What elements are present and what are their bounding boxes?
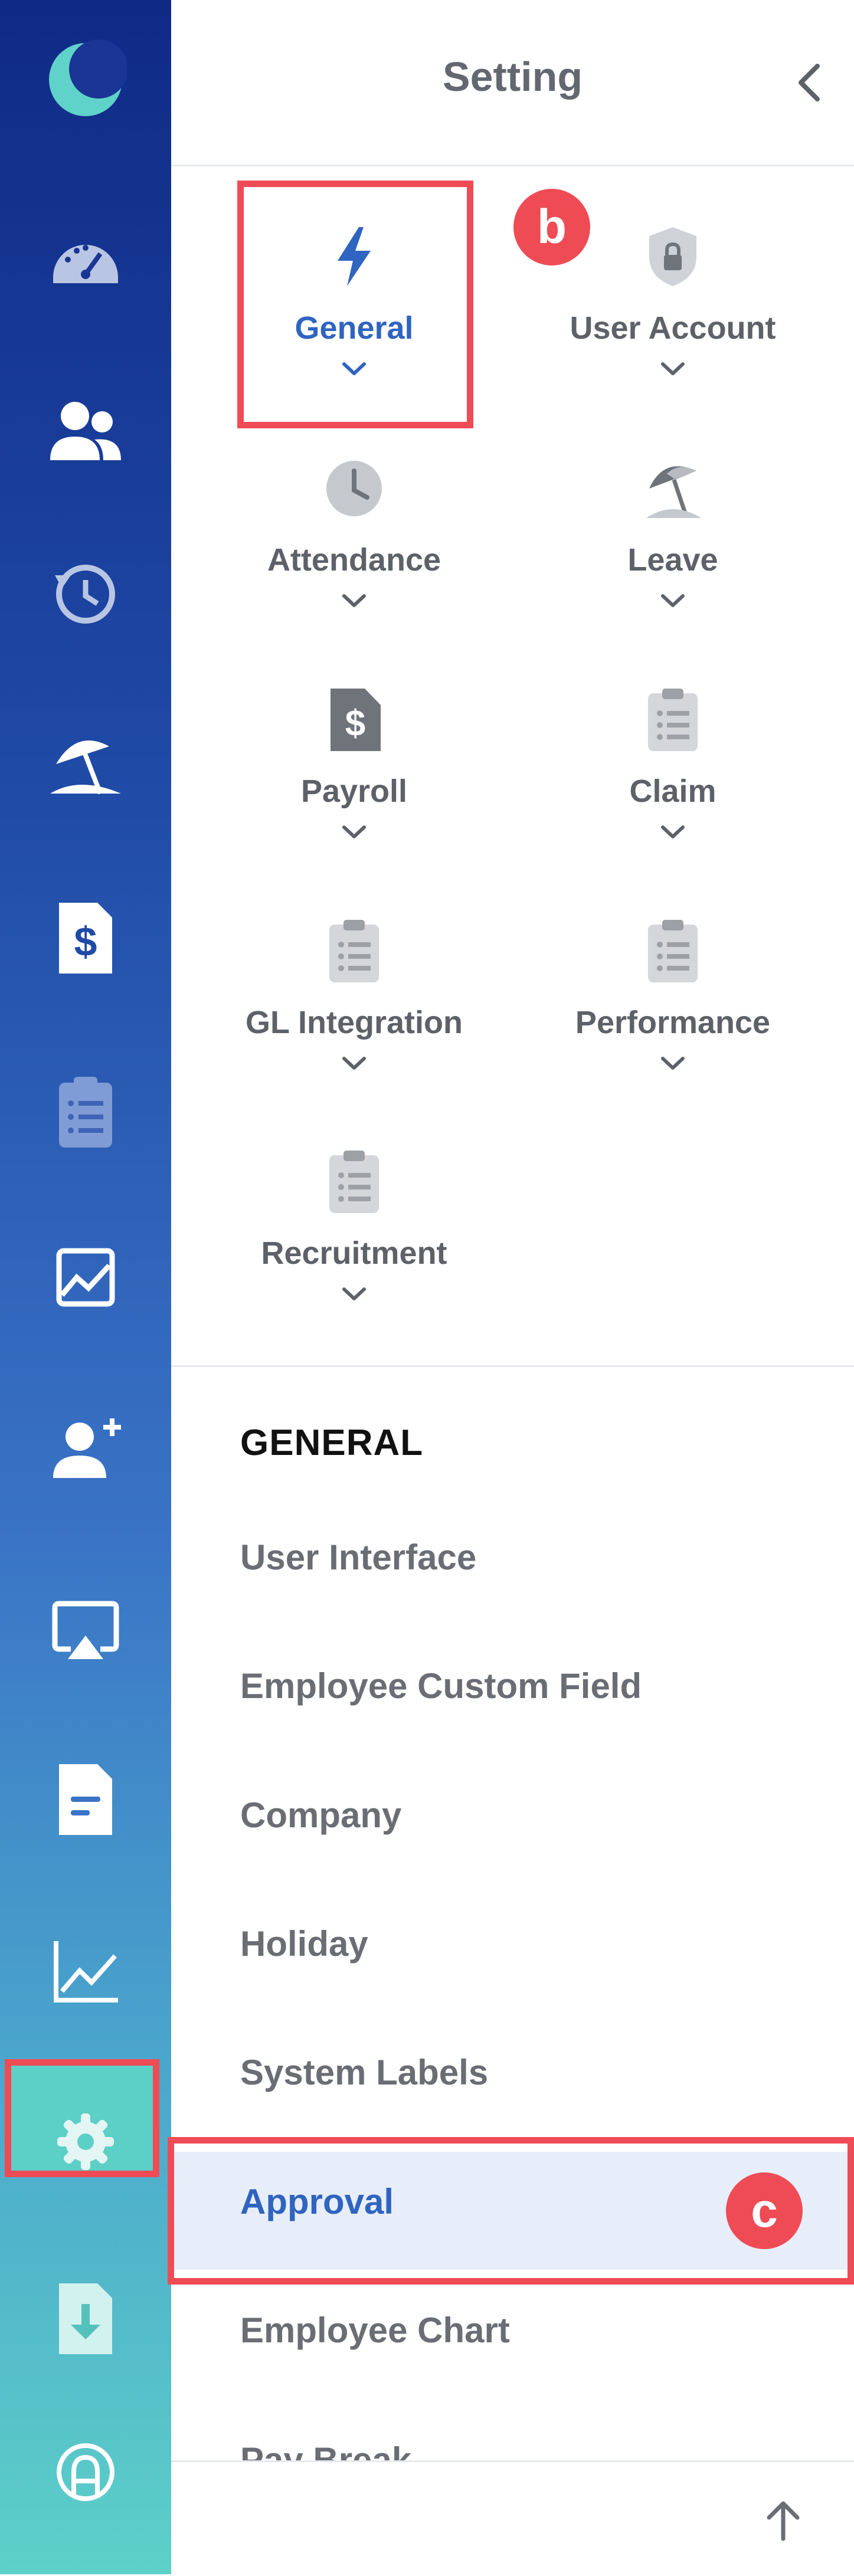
clipboard-icon [325,1149,384,1214]
menu-item-system-labels[interactable]: System Labels [171,2023,854,2141]
beach-umbrella-icon[interactable] [44,723,127,805]
dashboard-gauge-icon[interactable] [44,218,127,301]
tile-attendance[interactable]: Attendance [201,421,508,615]
tile-label: Payroll [300,774,408,809]
tile-label: User Account [570,310,776,346]
settings-panel: Setting General User Account Attendance … [168,0,854,2576]
chevron-down-icon [658,357,688,381]
svg-text:$: $ [74,919,97,965]
menu-item-label: Employee Chart [240,2310,510,2350]
divider [171,1365,854,1367]
menu-item-label: Employee Custom Field [240,1666,642,1706]
tile-label: Recruitment [261,1235,447,1271]
tile-gl-integration[interactable]: GL Integration [201,883,508,1078]
svg-text:$: $ [345,703,365,744]
line-chart-icon[interactable] [44,1929,127,2012]
clock-icon [325,456,384,521]
tile-payroll[interactable]: $ Payroll [201,652,508,847]
arrow-up-icon[interactable] [760,2498,807,2545]
dollar-document-icon[interactable]: $ [44,897,127,979]
panel-header: Setting [171,0,854,166]
tile-claim[interactable]: Claim [519,652,826,847]
menu-item-employee-custom-field[interactable]: Employee Custom Field [171,1636,854,1754]
download-document-icon[interactable] [44,2277,127,2360]
menu-item-employee-chart[interactable]: Employee Chart [171,2280,854,2398]
chevron-down-icon [339,1282,369,1306]
a-logo-icon[interactable] [44,2431,127,2513]
moon-logo-icon[interactable] [44,38,127,121]
icon-sidebar: $ [0,0,171,2574]
menu-item-label: Company [240,1795,402,1835]
menu-item-label: User Interface [240,1538,477,1577]
collapse-chevron-left-icon[interactable] [789,59,830,106]
menu-item-user-interface[interactable]: User Interface [171,1507,854,1625]
general-tile-highlight [237,181,473,428]
tile-label: Claim [629,774,716,809]
panel-footer [171,2460,854,2576]
tile-performance[interactable]: Performance [519,883,826,1078]
document-icon[interactable] [44,1758,127,1841]
chevron-down-icon [658,589,688,612]
clipboard-icon [643,919,702,984]
menu-item-partial[interactable]: Pay Break [240,2440,411,2463]
menu-item-holiday[interactable]: Holiday [171,1894,854,2012]
add-user-icon[interactable] [44,1407,127,1490]
chevron-down-icon [339,820,369,844]
chevron-down-icon [658,1051,688,1075]
clipboard-icon [643,687,702,752]
annotation-badge-c: c [726,2172,803,2249]
dollar-document-icon: $ [325,687,384,752]
gear-icon[interactable] [44,2100,127,2183]
menu-item-label: System Labels [240,2053,489,2092]
menu-item-company[interactable]: Company [171,1765,854,1883]
clipboard-icon[interactable] [44,1071,127,1153]
annotation-badge-b: b [513,189,590,266]
people-icon[interactable] [44,389,127,472]
tile-recruitment[interactable]: Recruitment [201,1114,508,1309]
section-heading: GENERAL [240,1423,424,1463]
menu-item-label: Holiday [240,1924,368,1964]
chevron-down-icon [658,820,688,844]
chevron-down-icon [339,589,369,612]
tile-leave[interactable]: Leave [519,421,826,615]
image-chart-icon[interactable] [44,1236,127,1319]
tile-label: GL Integration [245,1005,463,1040]
tile-label: Performance [575,1005,771,1040]
tile-label: Attendance [267,542,441,578]
shield-lock-icon [643,224,702,289]
chevron-down-icon [339,1051,369,1075]
history-clock-icon[interactable] [44,552,127,634]
clipboard-icon [325,919,384,984]
tile-label: Leave [627,542,718,578]
page-title: Setting [442,54,583,100]
screen-cast-icon[interactable] [44,1587,127,1670]
beach-umbrella-icon [643,456,702,521]
